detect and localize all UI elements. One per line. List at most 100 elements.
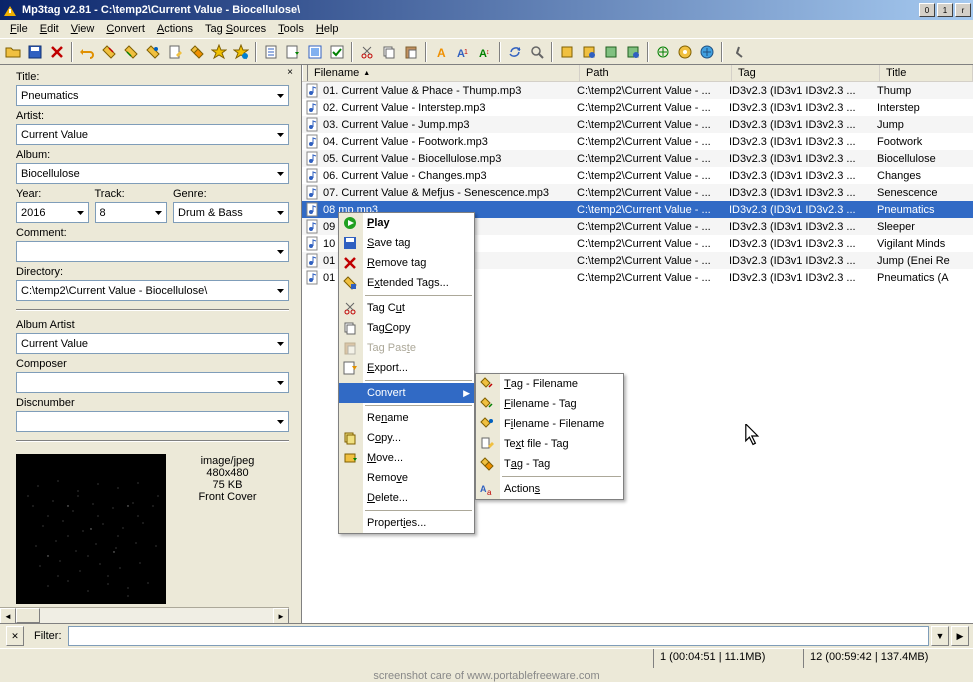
composer-input[interactable] xyxy=(16,372,289,393)
artist-input[interactable]: Current Value xyxy=(16,124,289,145)
menu-edit[interactable]: Edit xyxy=(34,21,65,37)
paste-icon[interactable] xyxy=(400,41,422,63)
file-row[interactable]: 05. Current Value - Biocellulose.mp3C:\t… xyxy=(302,150,973,167)
title-input[interactable]: Pneumatics xyxy=(16,85,289,106)
actions-star-icon[interactable] xyxy=(208,41,230,63)
col-tag[interactable]: Tag xyxy=(732,65,880,81)
filter-dropdown-icon[interactable]: ▼ xyxy=(931,626,949,646)
tools2-icon[interactable] xyxy=(578,41,600,63)
filter-apply-icon[interactable]: ▶ xyxy=(951,626,969,646)
ctx-convert[interactable]: Convert▶ xyxy=(339,383,474,403)
menu-help[interactable]: Help xyxy=(310,21,345,37)
filter-close-icon[interactable]: ✕ xyxy=(6,626,24,646)
ctx-play[interactable]: Play xyxy=(339,213,474,233)
move-icon xyxy=(342,450,358,466)
genre-input[interactable]: Drum & Bass xyxy=(173,202,289,223)
file-title: Footwork xyxy=(874,136,973,148)
save-tag-icon[interactable] xyxy=(24,41,46,63)
ctx-save-tag[interactable]: Save tag xyxy=(339,233,474,253)
comment-input[interactable] xyxy=(16,241,289,262)
scroll-left-icon[interactable]: ◄ xyxy=(0,608,16,623)
export-icon[interactable] xyxy=(282,41,304,63)
check-icon[interactable] xyxy=(326,41,348,63)
case-a-icon[interactable]: A xyxy=(430,41,452,63)
file-row[interactable]: 07. Current Value & Mefjus - Senescence.… xyxy=(302,184,973,201)
remove-tag-icon[interactable] xyxy=(46,41,68,63)
autonumber-icon[interactable]: A1 xyxy=(452,41,474,63)
textfile-tag-icon[interactable] xyxy=(164,41,186,63)
cut-icon[interactable] xyxy=(356,41,378,63)
sub-filename-tag[interactable]: Filename - Tag xyxy=(476,394,623,414)
ctx-rename[interactable]: Rename xyxy=(339,408,474,428)
ctx-tag-copy[interactable]: Tag Copy xyxy=(339,318,474,338)
track-input[interactable]: 8 xyxy=(95,202,168,223)
menu-tools[interactable]: Tools xyxy=(272,21,310,37)
playlist-icon[interactable] xyxy=(260,41,282,63)
tools1-icon[interactable] xyxy=(556,41,578,63)
cover-image[interactable] xyxy=(16,454,166,604)
panel-scrollbar[interactable]: ◄ ► xyxy=(0,607,289,623)
settings-icon[interactable] xyxy=(726,41,748,63)
menu-convert[interactable]: Convert xyxy=(100,21,151,37)
directory-input[interactable]: C:\temp2\Current Value - Biocellulose\ xyxy=(16,280,289,301)
album-input[interactable]: Biocellulose xyxy=(16,163,289,184)
websource-icon[interactable] xyxy=(696,41,718,63)
file-row[interactable]: 01. Current Value & Phace - Thump.mp3C:\… xyxy=(302,82,973,99)
year-input[interactable]: 2016 xyxy=(16,202,89,223)
filename-tag-icon[interactable] xyxy=(120,41,142,63)
tools3-icon[interactable] xyxy=(600,41,622,63)
undo-icon[interactable] xyxy=(76,41,98,63)
copy-icon[interactable] xyxy=(378,41,400,63)
sub-tag-filename[interactable]: Tag - Filename xyxy=(476,374,623,394)
sub-tag-tag[interactable]: Tag - Tag xyxy=(476,454,623,474)
album-artist-input[interactable]: Current Value xyxy=(16,333,289,354)
freedb-icon[interactable] xyxy=(674,41,696,63)
col-filename[interactable]: Filename▲ xyxy=(308,65,580,81)
menu-view[interactable]: View xyxy=(65,21,101,37)
actions-Aa-icon: Aa xyxy=(479,481,495,497)
tools4-icon[interactable] xyxy=(622,41,644,63)
ctx-delete[interactable]: Delete... xyxy=(339,488,474,508)
panel-close-icon[interactable]: × xyxy=(283,67,297,81)
quick-action-icon[interactable] xyxy=(230,41,252,63)
file-row[interactable]: 04. Current Value - Footwork.mp3C:\temp2… xyxy=(302,133,973,150)
scroll-thumb[interactable] xyxy=(16,608,40,623)
status-selection: 1 (00:04:51 | 11.1MB) xyxy=(653,649,803,668)
file-row[interactable]: 06. Current Value - Changes.mp3C:\temp2\… xyxy=(302,167,973,184)
close-button[interactable]: r xyxy=(955,3,971,17)
ctx-remove-tag[interactable]: Remove tag xyxy=(339,253,474,273)
menu-file[interactable]: File xyxy=(4,21,34,37)
col-path[interactable]: Path xyxy=(580,65,732,81)
tag-panel: × Title: Pneumatics Artist: Current Valu… xyxy=(0,65,302,623)
ctx-properties[interactable]: Properties... xyxy=(339,513,474,533)
sub-textfile-tag[interactable]: Text file - Tag xyxy=(476,434,623,454)
find-icon[interactable] xyxy=(526,41,548,63)
file-row[interactable]: 03. Current Value - Jump.mp3C:\temp2\Cur… xyxy=(302,116,973,133)
ctx-extended-tags[interactable]: Extended Tags... xyxy=(339,273,474,293)
tag-filename-icon[interactable] xyxy=(98,41,120,63)
maximize-button[interactable]: 1 xyxy=(937,3,953,17)
web-icon[interactable] xyxy=(652,41,674,63)
ctx-export[interactable]: Export... xyxy=(339,358,474,378)
filter-input[interactable] xyxy=(68,626,930,646)
tag-tag-icon[interactable] xyxy=(186,41,208,63)
discnumber-input[interactable] xyxy=(16,411,289,432)
refresh-icon[interactable] xyxy=(504,41,526,63)
scroll-right-icon[interactable]: ► xyxy=(273,608,289,623)
ctx-tag-cut[interactable]: Tag Cut xyxy=(339,298,474,318)
col-title[interactable]: Title xyxy=(880,65,973,81)
menu-tag-sources[interactable]: Tag Sources xyxy=(199,21,272,37)
sub-actions[interactable]: AaActions xyxy=(476,479,623,499)
select-all-icon[interactable] xyxy=(304,41,326,63)
sub-filename-filename[interactable]: Filename - Filename xyxy=(476,414,623,434)
adjust-icon[interactable]: A↕ xyxy=(474,41,496,63)
filename-filename-icon[interactable] xyxy=(142,41,164,63)
ctx-copy[interactable]: Copy... xyxy=(339,428,474,448)
file-row[interactable]: 02. Current Value - Interstep.mp3C:\temp… xyxy=(302,99,973,116)
menu-actions[interactable]: Actions xyxy=(151,21,199,37)
minimize-button[interactable]: 0 xyxy=(919,3,935,17)
ctx-remove[interactable]: Remove xyxy=(339,468,474,488)
file-tag: ID3v2.3 (ID3v1 ID3v2.3 ... xyxy=(726,187,874,199)
ctx-move[interactable]: Move... xyxy=(339,448,474,468)
folder-open-icon[interactable] xyxy=(2,41,24,63)
